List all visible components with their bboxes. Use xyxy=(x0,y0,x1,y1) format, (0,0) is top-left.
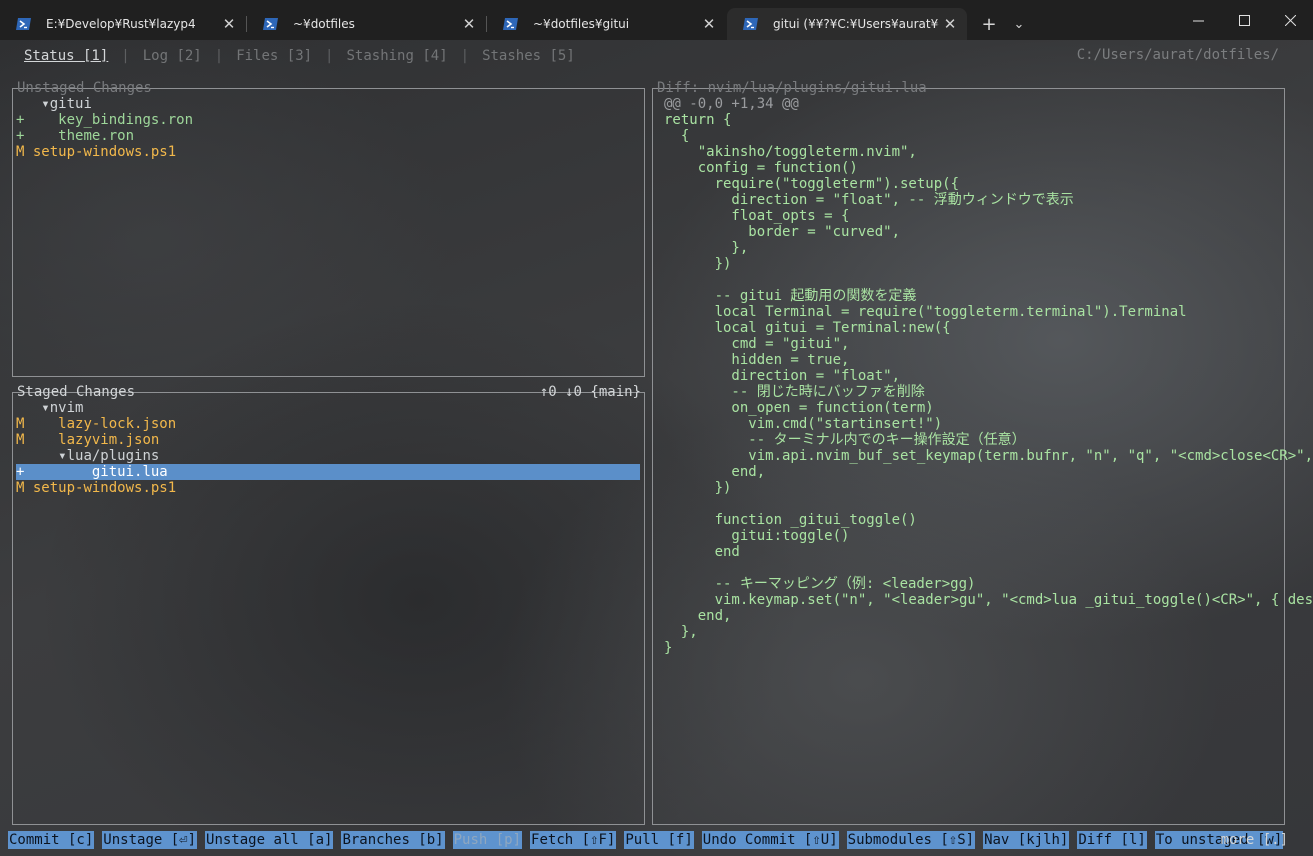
menu-tab-files[interactable]: Files [3] xyxy=(236,48,312,64)
tab-dotfiles[interactable]: ~¥dotfiles ✕ xyxy=(247,8,486,40)
diff-line: vim.api.nvim_buf_set_keymap(term.bufnr, … xyxy=(664,448,1313,464)
powershell-icon xyxy=(503,18,518,30)
close-tab-icon[interactable]: ✕ xyxy=(218,15,240,33)
push-button[interactable]: Push [p] xyxy=(452,831,523,849)
tab-gitui-active[interactable]: gitui (¥¥?¥C:¥Users¥aurat¥dot ✕ xyxy=(727,8,967,40)
undo-commit-button[interactable]: Undo Commit [⇧U] xyxy=(701,831,839,849)
tab-label: E:¥Develop¥Rust¥lazyp4 xyxy=(46,17,196,31)
unstage-all-button[interactable]: Unstage all [a] xyxy=(205,831,334,849)
file-item-theme[interactable]: + theme.ron xyxy=(16,128,134,144)
diff-line: "akinsho/toggleterm.nvim", xyxy=(664,144,917,160)
diff-line: cmd = "gitui", xyxy=(664,336,850,352)
nav-button[interactable]: Nav [kjlh] xyxy=(983,831,1070,849)
diff-line: direction = "float", -- 浮動ウィンドウで表示 xyxy=(664,192,1074,208)
file-item-setup-windows[interactable]: M setup-windows.ps1 xyxy=(16,144,176,160)
new-tab-button[interactable]: + xyxy=(975,8,1003,40)
tab-label: ~¥dotfiles xyxy=(293,17,355,31)
diff-line: gitui:toggle() xyxy=(664,528,850,544)
diff-line: float_opts = { xyxy=(664,208,850,224)
tree-folder-nvim[interactable]: ▾nvim xyxy=(16,400,83,416)
diff-line: }, xyxy=(664,624,698,640)
diff-line: function _gitui_toggle() xyxy=(664,512,917,528)
close-tab-icon[interactable]: ✕ xyxy=(698,15,720,33)
menu-separator: | xyxy=(214,48,224,64)
diff-line: require("toggleterm").setup({ xyxy=(664,176,960,192)
tab-dropdown-chevron-icon[interactable]: ⌄ xyxy=(1005,8,1033,40)
unstage-button[interactable]: Unstage [⏎] xyxy=(102,831,198,849)
diff-line: config = function() xyxy=(664,160,858,176)
diff-line: on_open = function(term) xyxy=(664,400,934,416)
menu-tab-stashes[interactable]: Stashes [5] xyxy=(482,48,575,64)
menu-tab-log[interactable]: Log [2] xyxy=(143,48,202,64)
diff-line: { xyxy=(664,128,690,144)
branch-status: ↑0 ↓0 {main} xyxy=(539,384,641,400)
diff-line: }) xyxy=(664,256,732,272)
command-bar: Commit [c] Unstage [⏎] Unstage all [a] B… xyxy=(8,831,1291,849)
diff-line: hidden = true, xyxy=(664,352,850,368)
repo-path: C:/Users/aurat/dotfiles/ xyxy=(1076,47,1279,63)
file-item-lazy-lock[interactable]: M lazy-lock.json xyxy=(16,416,176,432)
diff-line: end, xyxy=(664,608,732,624)
menu-separator: | xyxy=(121,48,130,64)
powershell-icon xyxy=(263,18,278,30)
diff-line: -- キーマッピング（例: <leader>gg) xyxy=(664,576,976,592)
file-item-setup-windows[interactable]: M setup-windows.ps1 xyxy=(16,480,176,496)
menu-tab-status[interactable]: Status [1] xyxy=(24,48,108,64)
window-title-bar: E:¥Develop¥Rust¥lazyp4 ✕ ~¥dotfiles ✕ ~¥… xyxy=(0,0,1313,40)
tab-lazyp4[interactable]: E:¥Develop¥Rust¥lazyp4 ✕ xyxy=(0,8,246,40)
close-tab-icon[interactable]: ✕ xyxy=(458,15,480,33)
diff-line: direction = "float", xyxy=(664,368,901,384)
tab-label: ~¥dotfiles¥gitui xyxy=(533,17,630,31)
close-tab-icon[interactable]: ✕ xyxy=(939,15,961,33)
panel-title: Unstaged Changes xyxy=(17,80,152,96)
menu-tab-stashing[interactable]: Stashing [4] xyxy=(346,48,447,64)
diff-line: local gitui = Terminal:new({ xyxy=(664,320,951,336)
window-close-icon[interactable] xyxy=(1267,0,1313,40)
diff-line: vim.keymap.set("n", "<leader>gu", "<cmd>… xyxy=(664,592,1313,608)
gitui-tab-bar: Status [1] | Log [2] | Files [3] | Stashing [4… xyxy=(24,47,575,65)
diff-line: return { xyxy=(664,112,732,128)
menu-separator: | xyxy=(325,48,334,64)
commit-button[interactable]: Commit [c] xyxy=(8,831,95,849)
powershell-icon xyxy=(16,18,31,30)
diff-line: -- gitui 起動用の関数を定義 xyxy=(664,288,917,304)
diff-line: vim.cmd("startinsert!") xyxy=(664,416,943,432)
tab-label: gitui (¥¥?¥C:¥Users¥aurat¥dot xyxy=(773,17,939,31)
branches-button[interactable]: Branches [b] xyxy=(341,831,445,849)
powershell-icon xyxy=(743,18,758,30)
tree-folder-lua-plugins[interactable]: ▾lua/plugins xyxy=(16,448,159,464)
tab-dotfiles-gitui[interactable]: ~¥dotfiles¥gitui ✕ xyxy=(487,8,726,40)
diff-line: border = "curved", xyxy=(664,224,901,240)
diff-line: }) xyxy=(664,480,732,496)
panel-title: Diff: nvim/lua/plugins/gitui.lua xyxy=(657,80,927,96)
diff-line: -- ターミナル内でのキー操作設定（任意） xyxy=(664,432,1026,448)
fetch-button[interactable]: Fetch [⇧F] xyxy=(530,831,617,849)
diff-line: end, xyxy=(664,464,766,480)
diff-line: end xyxy=(664,544,740,560)
file-item-key-bindings[interactable]: + key_bindings.ron xyxy=(16,112,193,128)
more-commands-button[interactable]: more [.] xyxy=(1221,831,1288,849)
file-item-gitui-lua-selected[interactable]: + gitui.lua xyxy=(16,464,168,480)
pull-button[interactable]: Pull [f] xyxy=(624,831,694,849)
diff-line: }, xyxy=(664,240,749,256)
diff-line: } xyxy=(664,640,673,656)
submodules-button[interactable]: Submodules [⇧S] xyxy=(846,831,976,849)
diff-line: local Terminal = require("toggleterm.ter… xyxy=(664,304,1187,320)
tree-folder-gitui[interactable]: ▾gitui xyxy=(16,96,92,112)
panel-title: Staged Changes xyxy=(17,384,136,400)
diff-line: -- 閉じた時にバッファを削除 xyxy=(664,384,925,400)
diff-button[interactable]: Diff [l] xyxy=(1077,831,1147,849)
diff-hunk-header: @@ -0,0 +1,34 @@ xyxy=(664,96,799,112)
minimize-icon[interactable] xyxy=(1175,0,1221,40)
maximize-icon[interactable] xyxy=(1221,0,1267,40)
menu-separator: | xyxy=(460,48,470,64)
file-item-lazyvim[interactable]: M lazyvim.json xyxy=(16,432,159,448)
